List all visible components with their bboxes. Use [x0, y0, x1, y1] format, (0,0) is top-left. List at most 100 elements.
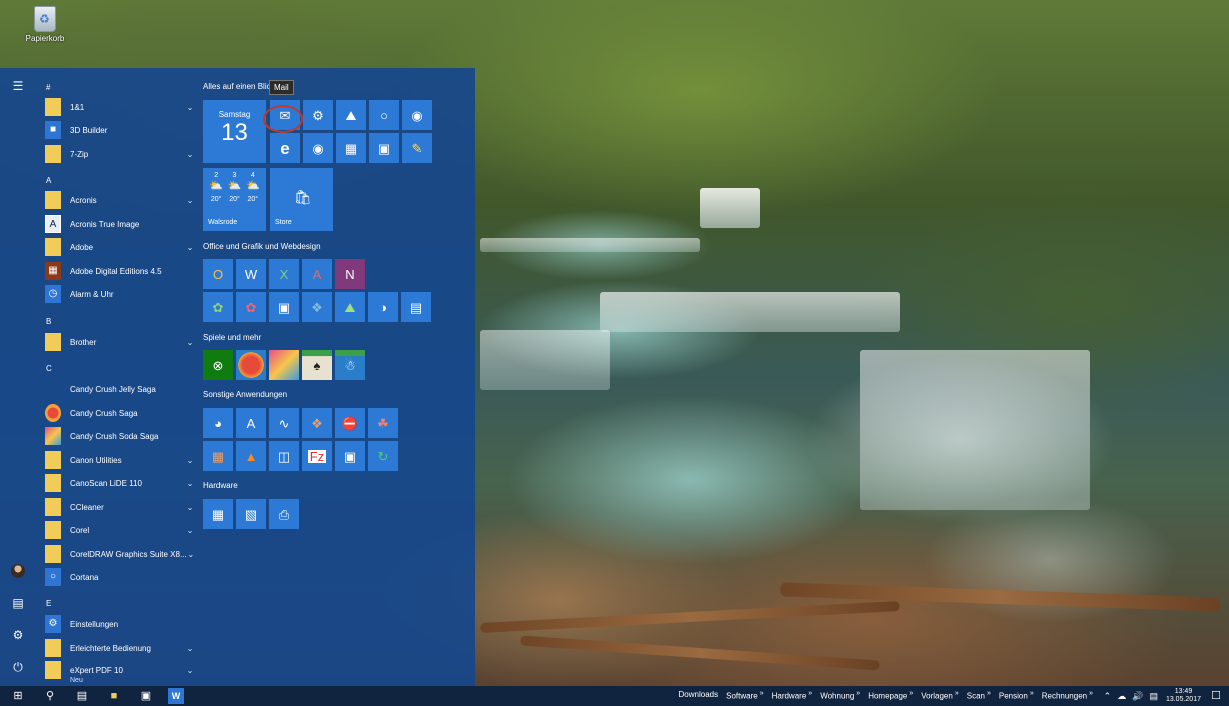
letter-header-a[interactable]: A: [46, 176, 51, 185]
app-tile-cube[interactable]: ▣: [269, 292, 299, 322]
mail-tile[interactable]: ✉: [270, 100, 300, 130]
clock[interactable]: 13:49 13.05.2017: [1166, 688, 1201, 704]
calculator-tile[interactable]: ▦: [336, 133, 366, 163]
app-tile-5[interactable]: ⛔: [335, 408, 365, 438]
app-tile-image[interactable]: ⛰: [335, 292, 365, 322]
power-icon[interactable]: ⏻: [10, 659, 26, 675]
group-header-other-apps[interactable]: Sonstige Anwendungen: [203, 390, 287, 399]
onedrive-cloud-icon[interactable]: ☁: [1117, 691, 1126, 702]
access-tile[interactable]: A: [302, 259, 332, 289]
onenote-tile[interactable]: N: [335, 259, 365, 289]
filezilla-tile[interactable]: Fz: [302, 441, 332, 471]
calendar-tile[interactable]: Samstag 13: [203, 100, 266, 163]
paint-tile[interactable]: ✎: [402, 133, 432, 163]
app-tile-corel[interactable]: ❖: [302, 292, 332, 322]
hardware-tile-1[interactable]: ▦: [203, 499, 233, 529]
vlc-tile[interactable]: ▲: [236, 441, 266, 471]
quick-link-downloads[interactable]: Downloads: [679, 690, 719, 701]
groove-tile[interactable]: ◉: [402, 100, 432, 130]
app-item-candy-crush[interactable]: Candy Crush Saga: [45, 403, 195, 423]
candy-soda-tile[interactable]: [269, 350, 299, 380]
app-item-coreldraw[interactable]: CorelDRAW Graphics Suite X8... ⌄: [45, 544, 195, 564]
app-tile-9[interactable]: ◫: [269, 441, 299, 471]
app-item-3d-builder[interactable]: ■ 3D Builder: [45, 120, 195, 140]
app-item-candy-jelly[interactable]: Candy Crush Jelly Saga: [45, 379, 195, 399]
store-tile[interactable]: 🛍 Store: [270, 168, 333, 231]
app-item-acronis[interactable]: Acronis ⌄: [45, 190, 195, 210]
app-item-alarm-uhr[interactable]: ◷ Alarm & Uhr: [45, 284, 195, 304]
file-explorer-icon[interactable]: ■: [106, 688, 122, 704]
group-header-hardware[interactable]: Hardware: [203, 481, 238, 490]
app-item-brother[interactable]: Brother ⌄: [45, 332, 195, 352]
app-tile-1[interactable]: ◕: [203, 408, 233, 438]
app-item-adobe[interactable]: Adobe ⌄: [45, 237, 195, 257]
quick-link-wohnung[interactable]: Wohnung»: [820, 690, 860, 701]
app-item-expert-pdf[interactable]: eXpert PDF 10 ⌄ Neu: [45, 660, 195, 684]
app-tile-12[interactable]: ↻: [368, 441, 398, 471]
game-tile[interactable]: ☃: [335, 350, 365, 380]
excel-tile[interactable]: X: [269, 259, 299, 289]
edge-tile[interactable]: e: [270, 133, 300, 163]
group-header-office[interactable]: Office und Grafik und Webdesign: [203, 242, 321, 251]
quick-link-software[interactable]: Software»: [726, 690, 763, 701]
app-tile-6[interactable]: ☘: [368, 408, 398, 438]
app-item-1und1[interactable]: 1&1 ⌄: [45, 97, 195, 117]
store-icon[interactable]: ▣: [138, 688, 154, 704]
app-item-ccleaner[interactable]: CCleaner ⌄: [45, 497, 195, 517]
app-item-cortana[interactable]: ○ Cortana: [45, 567, 195, 587]
app-tile-11[interactable]: ▣: [335, 441, 365, 471]
group-header-games[interactable]: Spiele und mehr: [203, 333, 261, 342]
app-item-7zip[interactable]: 7-Zip ⌄: [45, 144, 195, 164]
hamburger-icon[interactable]: ☰: [10, 78, 26, 94]
app-item-einstellungen[interactable]: ⚙ Einstellungen: [45, 614, 195, 634]
settings-icon[interactable]: ⚙: [10, 627, 26, 643]
app-item-canoscan[interactable]: CanoScan LiDE 110 ⌄: [45, 473, 195, 493]
hardware-tile-3[interactable]: ⎙: [269, 499, 299, 529]
hardware-tile-2[interactable]: ▧: [236, 499, 266, 529]
letter-header-hash[interactable]: #: [46, 83, 50, 92]
quick-link-rechnungen[interactable]: Rechnungen»: [1042, 690, 1093, 701]
app-item-erleichterte-bedienung[interactable]: Erleichterte Bedienung ⌄: [45, 638, 195, 658]
search-icon[interactable]: ⚲: [42, 688, 58, 704]
quick-link-scan[interactable]: Scan»: [967, 690, 991, 701]
user-avatar[interactable]: [11, 564, 25, 578]
quick-link-homepage[interactable]: Homepage»: [868, 690, 913, 701]
outlook-tile[interactable]: O: [203, 259, 233, 289]
weather-tile[interactable]: 2 3 4 ⛅ ⛅ ⛅ 20° 20° 20° Walsrode: [203, 168, 266, 231]
app-item-corel[interactable]: Corel ⌄: [45, 520, 195, 540]
app-item-candy-soda[interactable]: Candy Crush Soda Saga: [45, 426, 195, 446]
app-tile-7[interactable]: ▦: [203, 441, 233, 471]
volume-icon[interactable]: 🔊: [1132, 691, 1143, 702]
letter-header-c[interactable]: C: [46, 364, 52, 373]
action-center-icon[interactable]: ☐: [1211, 689, 1221, 702]
quick-link-pension[interactable]: Pension»: [999, 690, 1034, 701]
letter-header-e[interactable]: E: [46, 599, 51, 608]
task-view-icon[interactable]: ▤: [74, 688, 90, 704]
documents-icon[interactable]: ▤: [10, 595, 26, 611]
recycle-bin[interactable]: Papierkorb: [22, 6, 68, 43]
app-tile-green[interactable]: ✿: [203, 292, 233, 322]
word-taskbar-icon[interactable]: W: [168, 688, 184, 704]
acronis-tile[interactable]: A: [236, 408, 266, 438]
quick-link-hardware[interactable]: Hardware»: [772, 690, 813, 701]
app-item-canon-utilities[interactable]: Canon Utilities ⌄: [45, 450, 195, 470]
letter-header-b[interactable]: B: [46, 317, 51, 326]
group-header-overview[interactable]: Alles auf einen Blick: [203, 82, 275, 91]
monitor-tile[interactable]: ∿: [269, 408, 299, 438]
xbox-tile[interactable]: ⊗: [203, 350, 233, 380]
app-tile-globe[interactable]: ◑: [368, 292, 398, 322]
chevron-up-icon[interactable]: ⌃: [1104, 691, 1112, 702]
app-item-acronis-true-image[interactable]: A Acronis True Image: [45, 214, 195, 234]
app-tile-red[interactable]: ✿: [236, 292, 266, 322]
camera-tile[interactable]: ▣: [369, 133, 399, 163]
network-icon[interactable]: ▤: [1149, 691, 1158, 702]
windows-start-icon[interactable]: ⊞: [10, 688, 26, 704]
app-item-adobe-digital-editions[interactable]: ▦ Adobe Digital Editions 4.5: [45, 261, 195, 281]
photos-tile[interactable]: ⛰: [336, 100, 366, 130]
settings-tile[interactable]: ⚙: [303, 100, 333, 130]
cortana-tile[interactable]: ○: [369, 100, 399, 130]
maps-tile[interactable]: ◉: [303, 133, 333, 163]
solitaire-tile[interactable]: ♠: [302, 350, 332, 380]
candy-crush-tile[interactable]: [236, 350, 266, 380]
app-tile-book[interactable]: ▤: [401, 292, 431, 322]
